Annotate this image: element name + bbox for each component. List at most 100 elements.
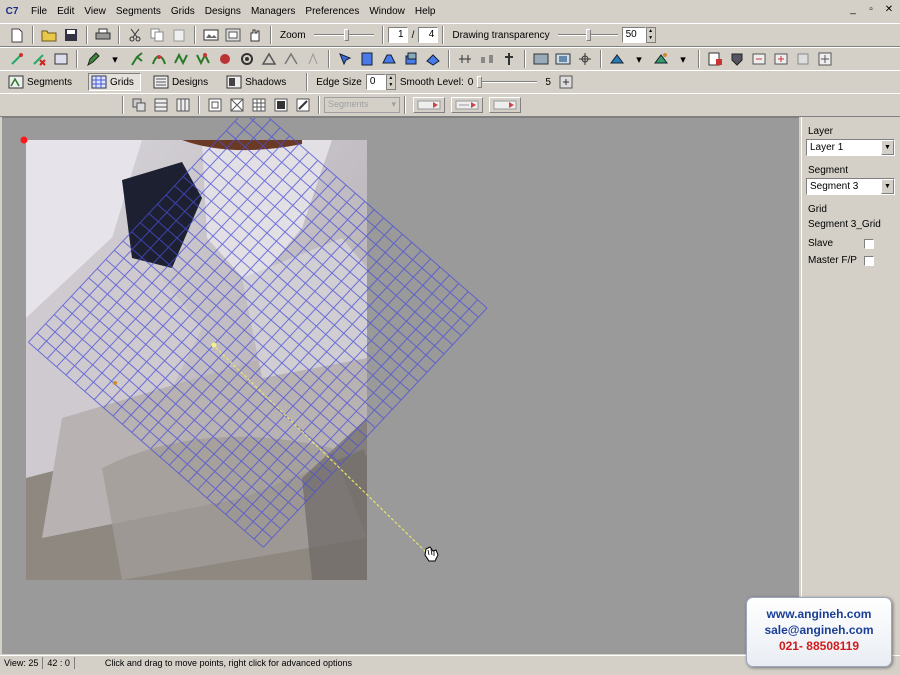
- master-fp-checkbox[interactable]: [864, 255, 874, 266]
- menu-preferences[interactable]: Preferences: [300, 2, 364, 22]
- transparency-slider[interactable]: [557, 29, 618, 41]
- menu-segments[interactable]: Segments: [111, 2, 166, 22]
- layer-select[interactable]: Layer 1 ▼: [806, 139, 895, 156]
- smooth-apply-icon[interactable]: [558, 74, 574, 90]
- copy-icon[interactable]: [149, 27, 165, 43]
- tab-shadows[interactable]: Shadows: [224, 73, 292, 91]
- segment-fill-icon[interactable]: [359, 51, 375, 67]
- slave-checkbox-row[interactable]: Slave: [808, 238, 874, 249]
- warp-tool-icon[interactable]: [195, 51, 211, 67]
- paste-icon[interactable]: [171, 27, 187, 43]
- segment-anchor-point[interactable]: [20, 136, 28, 144]
- image-import-icon[interactable]: [203, 27, 219, 43]
- pen-tool-icon[interactable]: [85, 51, 101, 67]
- grid-frame-icon[interactable]: [207, 97, 223, 113]
- drawing-canvas[interactable]: [2, 117, 799, 654]
- smooth-level-slider[interactable]: [477, 76, 538, 88]
- slave-checkbox[interactable]: [864, 238, 874, 249]
- grid-mesh-icon[interactable]: [251, 97, 267, 113]
- layer-lock-icon[interactable]: [795, 51, 811, 67]
- edge-size-field[interactable]: 0: [365, 74, 386, 90]
- grid-value: Segment 3_Grid: [808, 219, 881, 230]
- bend-tool-icon[interactable]: [173, 51, 189, 67]
- save-icon[interactable]: [63, 27, 79, 43]
- edge-size-spinner[interactable]: ▲ ▼: [385, 74, 396, 90]
- pen-dropdown-icon[interactable]: ▾: [107, 51, 123, 67]
- restore-icon[interactable]: ▫: [866, 4, 876, 15]
- mode-toolbar: Segments Grids Designs Shadows Edge Size…: [0, 70, 900, 94]
- layer-props-icon[interactable]: [707, 51, 723, 67]
- grid-copy-icon[interactable]: [131, 97, 147, 113]
- transparency-spinner[interactable]: ▲ ▼: [645, 27, 656, 43]
- move-point-icon[interactable]: [217, 51, 233, 67]
- grid-cols-icon[interactable]: [175, 97, 191, 113]
- grid-control-point[interactable]: [211, 342, 217, 348]
- chevron-down-icon[interactable]: ▼: [881, 179, 894, 194]
- grid-warp-icon[interactable]: [295, 97, 311, 113]
- menu-help[interactable]: Help: [410, 2, 441, 22]
- menu-edit[interactable]: Edit: [52, 2, 79, 22]
- print-icon[interactable]: [95, 27, 111, 43]
- transparency-value-field[interactable]: 50: [621, 27, 646, 43]
- align-icon[interactable]: [457, 51, 473, 67]
- menu-file[interactable]: File: [26, 2, 52, 22]
- menu-managers[interactable]: Managers: [246, 2, 300, 22]
- grid-node-point[interactable]: [113, 381, 117, 385]
- menu-grids[interactable]: Grids: [166, 2, 200, 22]
- skew-tool-icon[interactable]: [305, 51, 321, 67]
- new-file-icon[interactable]: [9, 27, 25, 43]
- menu-designs[interactable]: Designs: [200, 2, 246, 22]
- tab-segments[interactable]: Segments: [6, 73, 78, 91]
- undo-segment-icon[interactable]: [751, 51, 767, 67]
- render-icon[interactable]: [609, 51, 625, 67]
- toolbar-separator: [306, 73, 309, 91]
- view-outline-icon[interactable]: [577, 51, 593, 67]
- page-current-field[interactable]: 1: [387, 27, 408, 43]
- cut-icon[interactable]: [127, 27, 143, 43]
- render-dropdown-icon[interactable]: ▾: [631, 51, 647, 67]
- select-segment-icon[interactable]: [337, 51, 353, 67]
- delete-point-icon[interactable]: [31, 51, 47, 67]
- grid-rows-icon[interactable]: [153, 97, 169, 113]
- open-folder-icon[interactable]: [41, 27, 57, 43]
- add-point-icon[interactable]: [9, 51, 25, 67]
- toolbar-separator: [198, 96, 200, 114]
- segments-combo: Segments ▾: [324, 97, 400, 113]
- minimize-icon[interactable]: _: [848, 4, 858, 15]
- master-fp-checkbox-row[interactable]: Master F/P: [808, 255, 874, 266]
- layer-settings-icon[interactable]: [817, 51, 833, 67]
- segment-shape-icon[interactable]: [381, 51, 397, 67]
- view-normal-icon[interactable]: [533, 51, 549, 67]
- curve-tool-icon[interactable]: [151, 51, 167, 67]
- frame-select-icon[interactable]: [53, 51, 69, 67]
- layer-color-icon[interactable]: [729, 51, 745, 67]
- grid-image-icon[interactable]: [273, 97, 289, 113]
- flip-tool-icon[interactable]: [261, 51, 277, 67]
- grid-fit-icon[interactable]: [229, 97, 245, 113]
- close-icon[interactable]: ✕: [884, 4, 894, 15]
- frame-icon[interactable]: [225, 27, 241, 43]
- branch-tool-icon[interactable]: [129, 51, 145, 67]
- menu-window[interactable]: Window: [364, 2, 410, 22]
- distribute-icon[interactable]: [479, 51, 495, 67]
- tab-designs[interactable]: Designs: [151, 73, 214, 91]
- render-preview-dropdown-icon[interactable]: ▾: [675, 51, 691, 67]
- tab-grids[interactable]: Grids: [88, 73, 141, 91]
- menu-view[interactable]: View: [79, 2, 111, 22]
- segment-layer-icon[interactable]: [403, 51, 419, 67]
- zoom-slider[interactable]: [313, 29, 374, 41]
- view-grid-icon[interactable]: [555, 51, 571, 67]
- scale-tool-icon[interactable]: [283, 51, 299, 67]
- rotate-tool-icon[interactable]: [239, 51, 255, 67]
- coordinate-status: 42 : 0: [43, 656, 75, 669]
- pin-icon[interactable]: [501, 51, 517, 67]
- app-logo-icon[interactable]: C7: [4, 5, 20, 19]
- segment-select[interactable]: Segment 3 ▼: [806, 178, 895, 195]
- render-preview-icon[interactable]: [653, 51, 669, 67]
- chevron-down-icon[interactable]: ▼: [881, 140, 894, 155]
- hand-tool-icon[interactable]: [247, 27, 263, 43]
- toolbar-separator: [194, 26, 196, 44]
- segment-merge-icon[interactable]: [425, 51, 441, 67]
- mdi-window-controls: _ ▫ ✕: [848, 4, 894, 15]
- layer-export-icon[interactable]: [773, 51, 789, 67]
